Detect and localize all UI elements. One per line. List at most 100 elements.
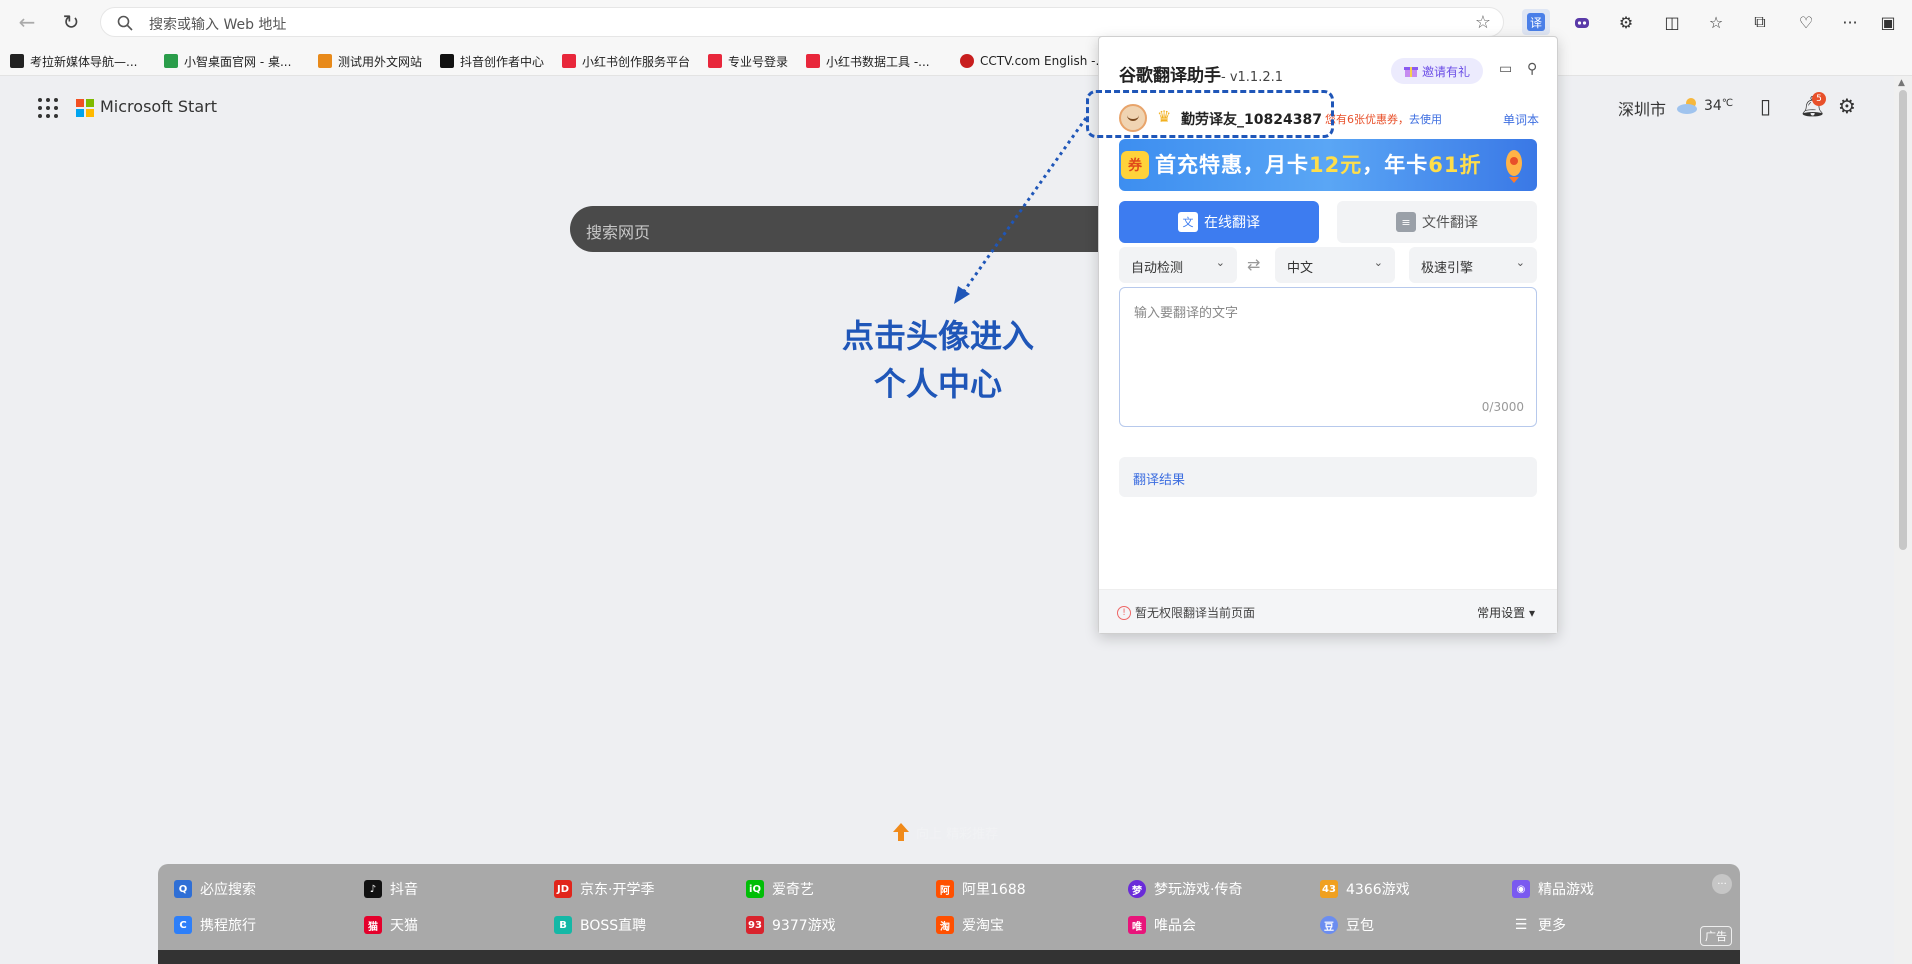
scrollbar-thumb[interactable]	[1899, 90, 1907, 550]
bookmark-item[interactable]: 小红书创作服务平台	[562, 51, 690, 71]
weather-temperature: 34℃	[1704, 98, 1733, 114]
quick-link[interactable]: B BOSS直聘	[554, 914, 646, 936]
quick-link[interactable]: iQ 爱奇艺	[746, 878, 814, 900]
quick-link[interactable]: ◉ 精品游戏	[1512, 878, 1594, 900]
notification-badge: 5	[1812, 92, 1826, 106]
settings-gear-icon[interactable]: ⚙	[1838, 94, 1856, 118]
brand-title[interactable]: Microsoft Start	[100, 97, 217, 116]
coupon-use-link[interactable]: 去使用	[1409, 113, 1442, 126]
quick-link[interactable]: 豆豆包	[1320, 914, 1374, 936]
browser-toolbar: ← ↻ 搜索或输入 Web 地址 ☆ 译 ⚙ ◫ ☆ ⧉ ♡ ··· ▣	[0, 0, 1912, 44]
bookmark-item[interactable]: CCTV.com English -...	[960, 51, 1107, 71]
char-counter: 0/3000	[1481, 400, 1524, 414]
recommend-hint[interactable]: 向上 精彩推荐	[892, 822, 998, 842]
annotation-line-1: 点击头像进入	[841, 317, 1034, 355]
translate-extension-button[interactable]: 译	[1522, 9, 1550, 35]
mobile-phone-icon[interactable]: ▯	[1760, 94, 1771, 118]
alibaba-icon: 阿	[936, 880, 954, 898]
more-options-icon[interactable]: ···	[1712, 874, 1732, 894]
quick-link[interactable]: 阿阿里1688	[936, 878, 1026, 900]
engine-value: 极速引擎	[1421, 261, 1474, 276]
quick-link[interactable]: Q 必应搜索	[174, 878, 256, 900]
quick-link[interactable]: 93 9377游戏	[746, 914, 836, 936]
quick-link[interactable]: JD 京东·开学季	[554, 878, 654, 900]
bookmark-label: 考拉新媒体导航—...	[30, 54, 138, 69]
quick-link-label: 精品游戏	[1538, 882, 1594, 898]
quick-link[interactable]: 淘爱淘宝	[936, 914, 1004, 936]
favorites-icon[interactable]: ☆	[1702, 9, 1730, 35]
split-screen-icon[interactable]: ◫	[1658, 9, 1686, 35]
scroll-up-icon[interactable]: ▲	[1898, 78, 1905, 88]
bookmark-item[interactable]: 小红书数据工具 -...	[806, 51, 930, 71]
bookmark-label: 测试用外文网站	[338, 54, 423, 69]
refresh-button[interactable]: ↻	[56, 8, 86, 36]
quick-link[interactable]: 唯唯品会	[1128, 914, 1196, 936]
boss-icon: B	[554, 916, 572, 934]
robot-extension-icon[interactable]	[1568, 9, 1596, 35]
quick-link-label: 唯品会	[1154, 918, 1196, 934]
bookmark-item[interactable]: 抖音创作者中心	[440, 51, 544, 71]
source-language-select[interactable]: 自动检测 ⌄	[1119, 247, 1237, 283]
swap-languages-icon[interactable]: ⇄	[1247, 255, 1260, 274]
bookmark-item[interactable]: 测试用外文网站	[318, 51, 422, 71]
promo-price-monthly: 12元	[1309, 153, 1363, 177]
warning-icon: !	[1117, 605, 1131, 620]
up-arrow-icon	[893, 823, 909, 841]
bookmark-favicon-icon	[164, 54, 178, 68]
quick-link[interactable]: C 携程旅行	[174, 914, 256, 936]
chevron-down-icon: ⌄	[1373, 256, 1383, 269]
weather-cloud-icon	[1677, 98, 1697, 114]
quick-link[interactable]: ☰ 更多	[1512, 914, 1566, 936]
message-icon[interactable]: ▭	[1499, 61, 1512, 77]
translate-input[interactable]: 输入要翻译的文字 0/3000	[1119, 287, 1537, 427]
wordbook-link[interactable]: 单词本	[1503, 111, 1539, 128]
address-placeholder: 搜索或输入 Web 地址	[149, 17, 287, 33]
favorite-star-icon[interactable]: ☆	[1475, 12, 1491, 33]
search-placeholder: 搜索网页	[586, 223, 651, 242]
weather-city[interactable]: 深圳市	[1618, 96, 1666, 120]
target-language-select[interactable]: 中文 ⌄	[1275, 247, 1395, 283]
popup-footer: ! 暂无权限翻译当前页面 常用设置 ▾	[1099, 589, 1557, 633]
target-language-value: 中文	[1287, 261, 1314, 276]
address-bar[interactable]: 搜索或输入 Web 地址 ☆	[100, 7, 1504, 37]
quick-link[interactable]: 梦梦玩游戏·传奇	[1128, 878, 1242, 900]
bookmark-label: 专业号登录	[728, 54, 789, 69]
more-menu-icon[interactable]: ···	[1836, 9, 1864, 35]
bookmark-item[interactable]: 小智桌面官网 - 桌...	[164, 51, 291, 71]
engine-select[interactable]: 极速引擎 ⌄	[1409, 247, 1537, 283]
annotation-arrow	[954, 117, 1088, 304]
tab-file-translate[interactable]: ≡ 文件翻译	[1337, 201, 1537, 243]
extensions-puzzle-icon[interactable]: ⚙	[1612, 9, 1640, 35]
pin-icon[interactable]: ⚲	[1527, 61, 1537, 77]
quick-link[interactable]: ♪ 抖音	[364, 878, 418, 900]
game-icon: 梦	[1128, 880, 1146, 898]
ctrip-icon: C	[174, 916, 192, 934]
quick-link[interactable]: 43 4366游戏	[1320, 878, 1410, 900]
common-settings-dropdown[interactable]: 常用设置 ▾	[1477, 604, 1535, 621]
tab-online-translate[interactable]: 文 在线翻译	[1119, 201, 1319, 243]
invite-button[interactable]: 邀请有礼	[1391, 58, 1483, 84]
popup-version: - v1.1.2.1	[1221, 70, 1283, 85]
quick-link-label: 9377游戏	[772, 918, 836, 934]
bookmark-item[interactable]: 考拉新媒体导航—...	[10, 51, 137, 71]
bookmark-item[interactable]: 专业号登录	[708, 51, 788, 71]
refresh-icon: ↻	[62, 10, 80, 34]
page-scrollbar[interactable]: ▲	[1894, 76, 1912, 964]
bookmark-label: 小红书数据工具 -...	[826, 54, 930, 69]
performance-icon[interactable]: ♡	[1792, 9, 1820, 35]
app-launcher-icon[interactable]	[38, 98, 58, 118]
sidebar-toggle-icon[interactable]: ▣	[1874, 9, 1902, 35]
translate-result-label: 翻译结果	[1133, 473, 1186, 488]
document-icon: ≡	[1396, 212, 1416, 232]
9377-icon: 93	[746, 916, 764, 934]
quick-link[interactable]: 猫天猫	[364, 914, 418, 936]
promo-banner[interactable]: 券 首充特惠，月卡12元，年卡61折	[1119, 139, 1537, 191]
collections-icon[interactable]: ⧉	[1746, 9, 1774, 35]
tmall-icon: 猫	[364, 916, 382, 934]
quick-link-label: 爱淘宝	[962, 918, 1004, 934]
bookmark-label: 抖音创作者中心	[460, 54, 545, 69]
coupon-text: 您有6张优惠券，	[1325, 113, 1409, 126]
translate-input-placeholder: 输入要翻译的文字	[1134, 306, 1239, 321]
back-button[interactable]: ←	[12, 8, 42, 36]
bookmark-favicon-icon	[318, 54, 332, 68]
